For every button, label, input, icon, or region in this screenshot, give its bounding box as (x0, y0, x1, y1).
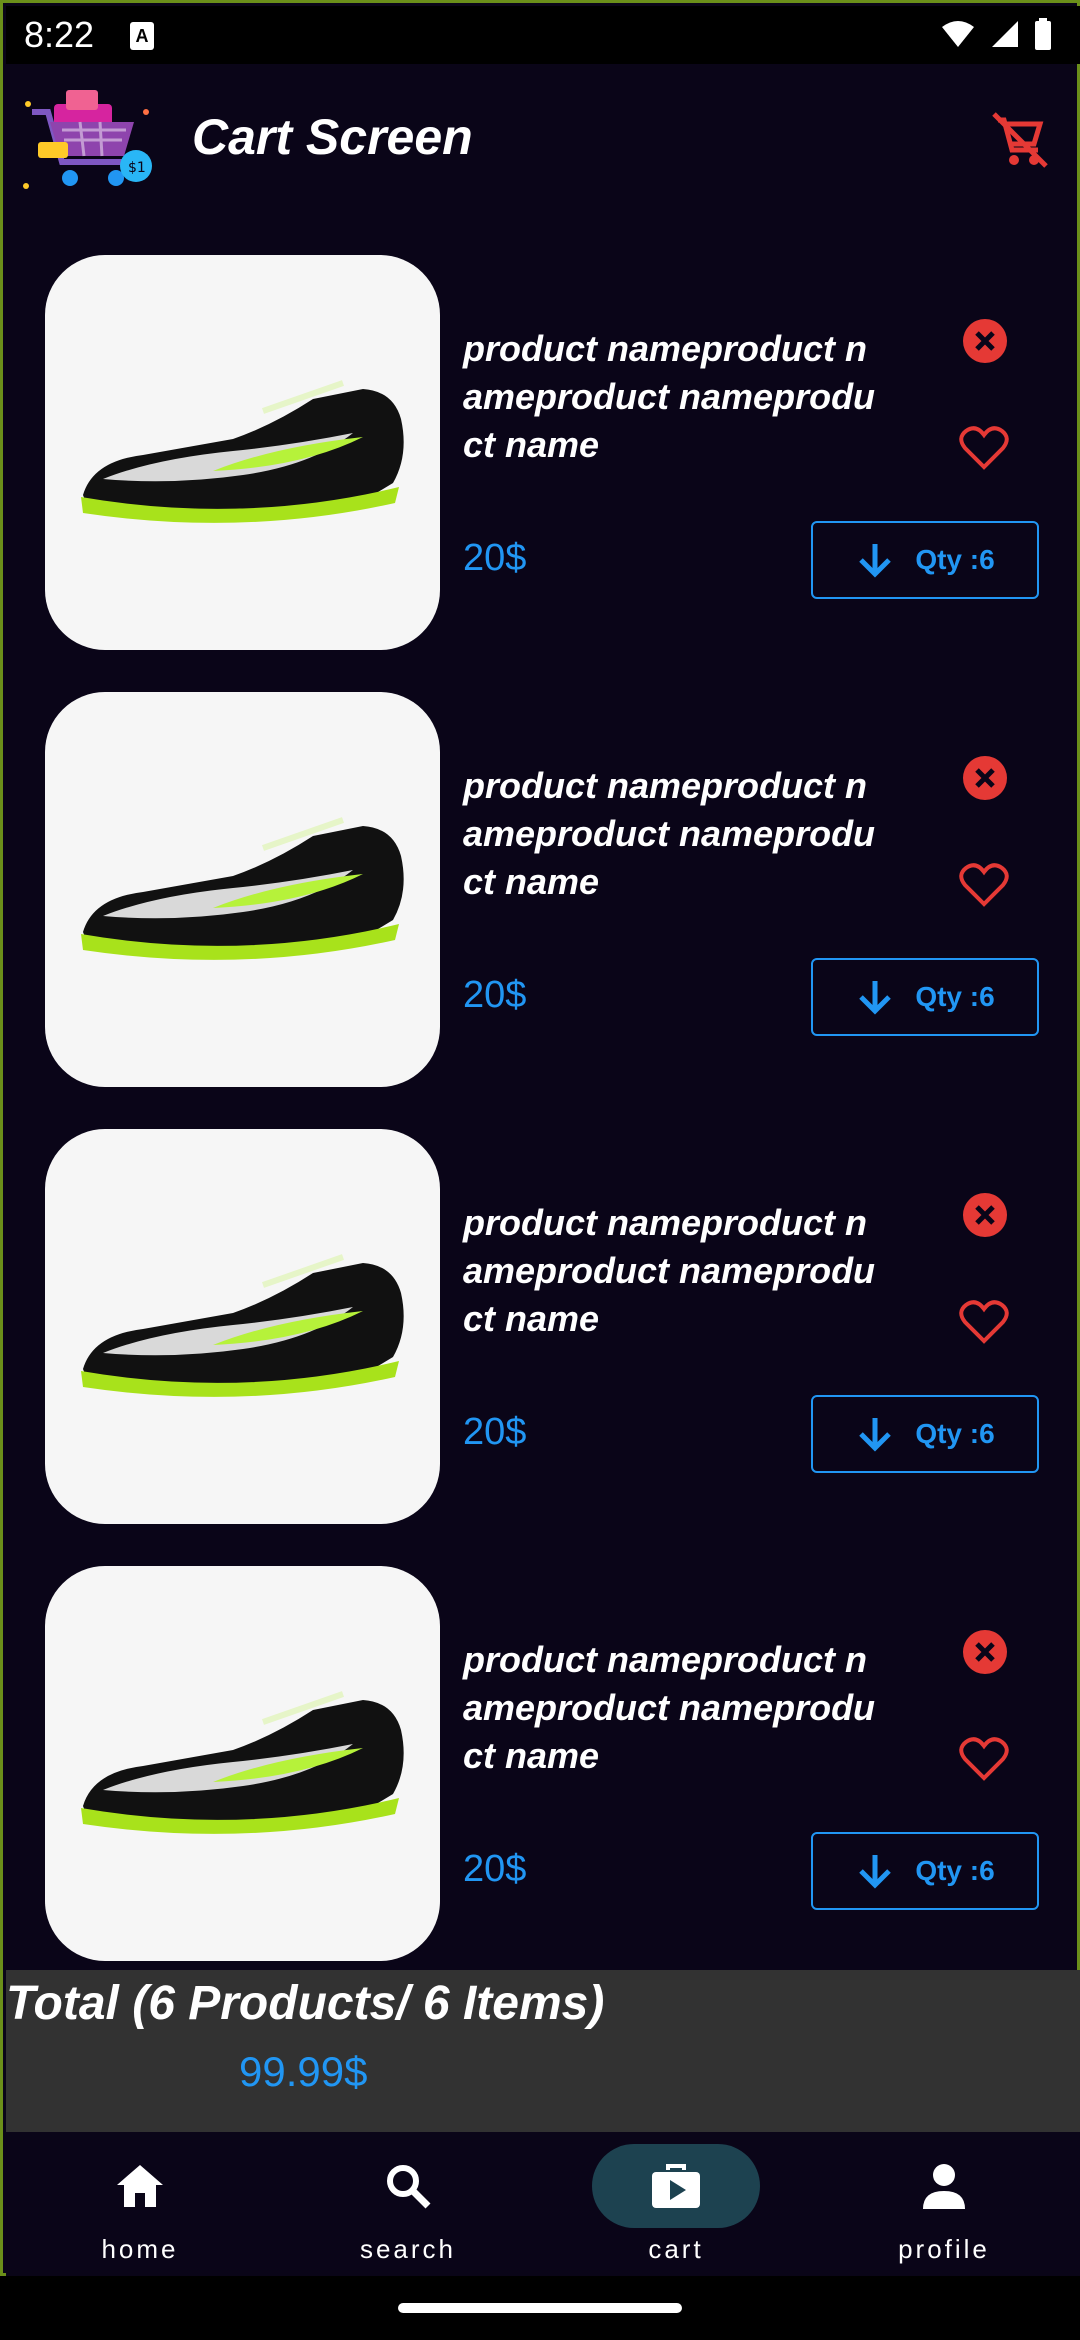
shoe-image (81, 1254, 404, 1397)
cart-item[interactable]: product nameproduct nameproduct nameprod… (3, 692, 1080, 1129)
nav-icon-container (56, 2144, 224, 2228)
nav-label-cart: cart (648, 2234, 704, 2264)
shoe-image (81, 1691, 404, 1834)
cart-item[interactable]: product nameproduct nameproduct nameprod… (3, 1566, 1080, 2003)
remove-item-icon[interactable] (961, 754, 1009, 802)
search-icon (387, 2165, 431, 2209)
status-icons (940, 18, 1052, 50)
app-frame: 8:22 A $1 Cart Screen product nameproduc… (0, 0, 1080, 2276)
quantity-button[interactable]: Qty :6 (811, 1395, 1039, 1473)
product-price: 20$ (463, 974, 527, 1016)
bottom-navigation: home search cart profile (6, 2132, 1080, 2276)
cart-item[interactable]: product nameproduct nameproduct nameprod… (3, 255, 1080, 692)
arrow-down-icon (859, 1418, 892, 1452)
wifi-icon (942, 21, 974, 47)
product-price: 20$ (463, 537, 527, 579)
nav-item-profile[interactable]: profile (810, 2132, 1078, 2276)
signal-icon (992, 21, 1018, 47)
remove-item-icon[interactable] (961, 317, 1009, 365)
shoe-image (81, 380, 404, 523)
page-title: Cart Screen (192, 109, 473, 165)
remove-item-icon[interactable] (961, 1628, 1009, 1676)
product-name: product nameproduct nameproduct nameprod… (463, 765, 876, 902)
nav-icon-container (860, 2144, 1028, 2228)
person-icon (923, 2164, 965, 2209)
product-image[interactable] (45, 1566, 440, 1961)
arrow-down-icon (859, 544, 892, 578)
product-price: 20$ (463, 1411, 527, 1453)
shoe-image (81, 817, 404, 960)
total-bar: Total (6 Products/ 6 Items) 99.99$ (6, 1970, 1080, 2132)
quantity-label: Qty :6 (915, 1418, 995, 1449)
nav-item-search[interactable]: search (274, 2132, 542, 2276)
cart-list: product nameproduct nameproduct nameprod… (3, 255, 1080, 2003)
quantity-label: Qty :6 (915, 544, 995, 575)
nav-label-search: search (359, 2234, 457, 2264)
remove-shopping-cart-icon[interactable] (988, 108, 1052, 172)
nav-item-home[interactable]: home (6, 2132, 274, 2276)
nav-icon-container (592, 2144, 760, 2228)
status-bar: 8:22 A (6, 6, 1080, 64)
quantity-button[interactable]: Qty :6 (811, 958, 1039, 1036)
svg-text:$1: $1 (128, 160, 146, 176)
app-bar: $1 Cart Screen (6, 64, 1080, 224)
nav-icon-container (324, 2144, 492, 2228)
total-label: Total (6 Products/ 6 Items) (6, 1977, 605, 2030)
product-name: product nameproduct nameproduct nameprod… (463, 1639, 876, 1776)
product-image[interactable] (45, 1129, 440, 1524)
home-icon (117, 2165, 163, 2207)
favorite-icon[interactable] (959, 862, 1009, 908)
quantity-label: Qty :6 (915, 1855, 995, 1886)
nav-item-cart[interactable]: cart (542, 2132, 810, 2276)
product-image[interactable] (45, 255, 440, 650)
favorite-icon[interactable] (959, 425, 1009, 471)
status-time: 8:22 (24, 14, 95, 55)
quantity-button[interactable]: Qty :6 (811, 521, 1039, 599)
remove-item-icon[interactable] (961, 1191, 1009, 1239)
quantity-label: Qty :6 (915, 981, 995, 1012)
arrow-down-icon (859, 981, 892, 1015)
quantity-button[interactable]: Qty :6 (811, 1832, 1039, 1910)
product-name: product nameproduct nameproduct nameprod… (463, 328, 876, 465)
shopping-bag-icon (652, 2164, 700, 2208)
shopping-cart-logo: $1 (23, 90, 152, 189)
product-price: 20$ (463, 1848, 527, 1890)
favorite-icon[interactable] (959, 1736, 1009, 1782)
favorite-icon[interactable] (959, 1299, 1009, 1345)
total-value: 99.99$ (239, 2048, 368, 2095)
nav-label-home: home (101, 2234, 179, 2264)
nav-label-profile: profile (898, 2234, 990, 2264)
battery-icon (1035, 18, 1051, 50)
arrow-down-icon (859, 1855, 892, 1889)
notification-icon: A (130, 22, 154, 50)
cart-item[interactable]: product nameproduct nameproduct nameprod… (3, 1129, 1080, 1566)
product-image[interactable] (45, 692, 440, 1087)
product-name: product nameproduct nameproduct nameprod… (463, 1202, 876, 1339)
gesture-bar[interactable] (398, 2303, 682, 2313)
